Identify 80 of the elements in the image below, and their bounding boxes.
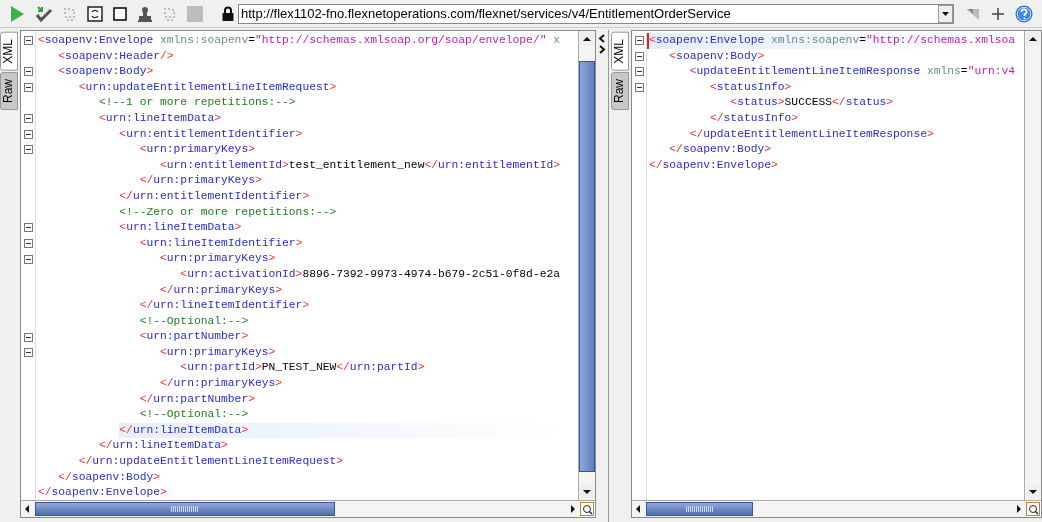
code-line: <soapenv:Body> [669,48,766,64]
code-line: <status>SUCCESS</status> [730,95,895,111]
vertical-scrollbar[interactable] [578,31,595,500]
stamp-icon[interactable] [137,5,153,22]
collapse-icon[interactable] [24,223,33,233]
collapse-left-icon[interactable] [598,34,606,43]
check-icon[interactable] [35,4,53,23]
collapse-icon[interactable] [635,67,644,77]
vertical-scrollbar[interactable] [1024,31,1041,500]
code-line: <urn:lineItemData> [99,110,223,126]
view-tab[interactable]: Raw [611,71,629,110]
scroll-down-icon[interactable] [580,485,594,499]
collapse-icon[interactable] [24,348,33,358]
code-line: <urn:activationId>8896-7392-9973-4974-b679-2c51-0f8d-e2a [180,266,561,282]
code-line: <urn:lineItemData> [119,220,243,236]
code-line: </updateEntitlementLineItemResponse> [689,126,935,142]
collapse-icon[interactable] [24,67,33,77]
code-line: </soapenv:Envelope> [649,157,779,173]
collapse-icon[interactable] [24,239,33,248]
code-line: <urn:partId>PN_TEST_NEW</urn:partId> [180,360,426,376]
code-line: <!--Zero or more repetitions:--> [119,204,338,220]
code-line: <statusInfo> [710,79,793,95]
code-line: </urn:primaryKeys> [160,376,284,392]
view-tab[interactable]: Raw [0,71,18,110]
code-line: <urn:partNumber> [139,329,250,345]
code-line: <soapenv:Body> [58,64,155,80]
collapse-icon[interactable] [24,129,33,139]
collapse-icon[interactable] [635,83,644,93]
code-line: <urn:primaryKeys> [139,142,256,158]
collapse-icon[interactable] [635,36,644,46]
dotted-grid-icon[interactable] [163,6,177,21]
dotted-grid-icon[interactable] [63,6,77,21]
code-line: <soapenv:Envelope xmlns:soapenv="http://schemas.xmlsoap.org/soap/envelope/" x [38,33,562,48]
code-line: <!--Optional:--> [139,407,250,423]
code-line: </urn:lineItemIdentifier> [139,298,311,314]
code-line: </soapenv:Envelope> [38,485,168,500]
code-line: </urn:primaryKeys> [139,173,263,189]
code-line: </urn:partNumber> [139,391,256,407]
flag-icon[interactable] [965,6,981,21]
code-line: <!--Optional:--> [139,313,250,329]
scroll-down-icon[interactable] [1026,485,1040,499]
collapse-icon[interactable] [24,254,33,264]
code-line: <urn:updateEntitlementLineItemRequest> [78,79,338,95]
code-line: <urn:lineItemIdentifier> [139,235,304,251]
code-line: <!--1 or more repetitions:--> [99,95,297,111]
horizontal-scrollbar[interactable] [632,501,1025,517]
collapse-right-icon[interactable] [598,45,606,54]
code-line: </urn:lineItemData> [99,438,229,454]
zoom-icon[interactable] [580,502,594,516]
collapse-icon[interactable] [24,332,33,342]
code-line: <urn:entitlementId>test_entitlement_new</urn:entitlementId> [160,157,561,173]
collapse-icon[interactable] [635,51,644,61]
plus-icon[interactable] [991,6,1005,21]
refresh-icon[interactable] [87,5,103,22]
code-line: <urn:entitlementIdentifier> [119,126,304,142]
help-icon[interactable] [1015,4,1033,23]
code-line: <soapenv:Header/> [58,48,175,64]
url-field[interactable]: http://flex1102-fno.flexnetoperations.com/flexnet/services/v4/EntitlementOrderService [238,3,954,24]
code-line: </soapenv:Body> [58,469,162,485]
collapse-icon[interactable] [24,36,33,46]
code-line: <urn:primaryKeys> [160,251,277,267]
collapse-icon[interactable] [24,145,33,155]
code-line: </urn:updateEntitlementLineItemRequest> [78,454,345,470]
view-tab[interactable]: XML [611,32,629,71]
view-tab[interactable]: XML [0,32,18,71]
square-icon[interactable] [113,6,127,21]
code-line: </statusInfo> [710,110,800,126]
code-line: </soapenv:Body> [669,142,773,158]
code-line: <updateEntitlementLineItemResponse xmlns="urn:v4 [689,64,1017,80]
scroll-up-icon[interactable] [1026,32,1040,46]
code-line: </urn:entitlementIdentifier> [119,188,311,204]
horizontal-scrollbar[interactable] [21,501,579,517]
code-line: <urn:primaryKeys> [160,344,277,360]
text-caret [647,33,649,49]
collapse-icon[interactable] [24,114,33,124]
scroll-up-icon[interactable] [580,32,594,46]
zoom-icon[interactable] [1026,502,1040,516]
collapse-icon[interactable] [24,83,33,93]
code-line: </urn:primaryKeys> [160,282,284,298]
lock-icon [222,6,234,21]
